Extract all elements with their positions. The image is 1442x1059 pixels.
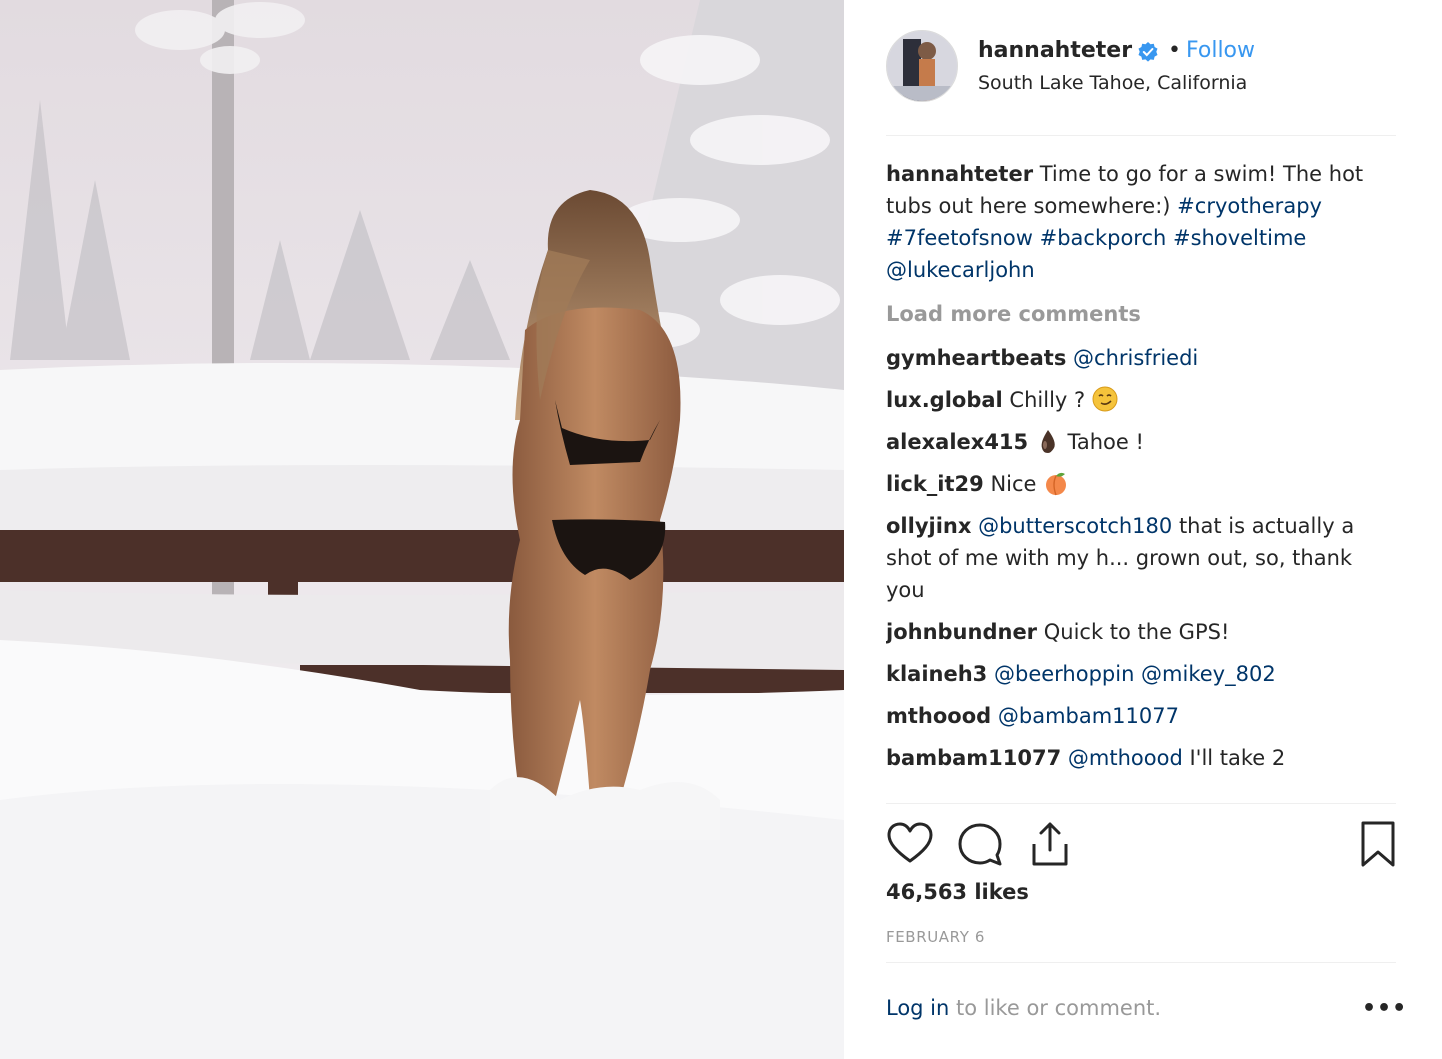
divider — [886, 962, 1396, 963]
comment-username[interactable]: ollyjinx — [886, 514, 971, 538]
list-item: mthoood @bambam11077 — [886, 700, 1396, 732]
comment-text: Tahoe ! — [1067, 430, 1144, 454]
list-item: bambam11077 @mthoood I'll take 2 — [886, 742, 1396, 774]
comments-list[interactable]: hannahteter Time to go for a swim! The h… — [886, 158, 1396, 796]
comment-icon[interactable] — [956, 820, 1004, 868]
action-bar — [886, 820, 1396, 870]
list-item: lux.global Chilly ? — [886, 384, 1396, 416]
post-photo[interactable] — [0, 0, 844, 1059]
comment-username[interactable]: johnbundner — [886, 620, 1037, 644]
comment-username[interactable]: bambam11077 — [886, 746, 1061, 770]
heart-icon[interactable] — [886, 820, 934, 868]
post-location[interactable]: South Lake Tahoe, California — [978, 72, 1247, 94]
comment-mention[interactable]: @beerhoppin @mikey_802 — [994, 662, 1276, 686]
comment-text: I'll take 2 — [1189, 746, 1286, 770]
avatar-image — [887, 31, 957, 101]
list-item: lick_it29 Nice — [886, 468, 1396, 500]
caption-username[interactable]: hannahteter — [886, 162, 1033, 186]
list-item: klaineh3 @beerhoppin @mikey_802 — [886, 658, 1396, 690]
follow-button[interactable]: Follow — [1186, 38, 1255, 63]
load-more-comments-button[interactable]: Load more comments — [886, 298, 1396, 330]
comment-username[interactable]: lick_it29 — [886, 472, 984, 496]
comment-username[interactable]: lux.global — [886, 388, 1003, 412]
avatar[interactable] — [886, 30, 958, 102]
comment-mention[interactable]: @bambam11077 — [998, 704, 1179, 728]
list-item: ollyjinx @butterscotch180 that is actual… — [886, 510, 1396, 606]
verified-badge-icon — [1138, 42, 1158, 62]
post-date[interactable]: FEBRUARY 6 — [886, 928, 985, 946]
comment-mention[interactable]: @mthoood — [1068, 746, 1183, 770]
likes-count[interactable]: 46,563 likes — [886, 880, 1029, 904]
share-icon[interactable] — [1026, 820, 1074, 868]
divider — [886, 803, 1396, 804]
post-sidebar: hannahteter • Follow South Lake Tahoe, C… — [844, 0, 1442, 1059]
water-drop-emoji-icon — [1041, 430, 1055, 453]
divider — [886, 135, 1396, 136]
comment-mention[interactable]: @chrisfriedi — [1073, 346, 1198, 370]
smirk-face-emoji-icon — [1092, 386, 1118, 412]
comment-text: Nice — [990, 472, 1037, 496]
list-item: johnbundner Quick to the GPS! — [886, 616, 1396, 648]
caption: hannahteter Time to go for a swim! The h… — [886, 158, 1396, 286]
snow-scene-image — [0, 0, 844, 1059]
login-prompt: Log in to like or comment. — [886, 996, 1161, 1020]
bookmark-icon[interactable] — [1354, 820, 1402, 868]
more-options-button[interactable]: ••• — [1362, 996, 1407, 1021]
post-author-username[interactable]: hannahteter — [978, 38, 1132, 63]
comment-username[interactable]: alexalex415 — [886, 430, 1028, 454]
comment-text: Chilly ? — [1009, 388, 1086, 412]
comment-mention[interactable]: @butterscotch180 — [978, 514, 1172, 538]
post-header: hannahteter • Follow South Lake Tahoe, C… — [886, 30, 1396, 130]
comment-username[interactable]: mthoood — [886, 704, 991, 728]
login-link[interactable]: Log in — [886, 996, 949, 1020]
list-item: alexalex415 Tahoe ! — [886, 426, 1396, 458]
list-item: gymheartbeats @chrisfriedi — [886, 342, 1396, 374]
comment-text: Quick to the GPS! — [1043, 620, 1230, 644]
separator-dot: • — [1168, 38, 1181, 63]
peach-emoji-icon — [1046, 472, 1067, 496]
login-prompt-text: to like or comment. — [949, 996, 1162, 1020]
comment-username[interactable]: gymheartbeats — [886, 346, 1066, 370]
comment-username[interactable]: klaineh3 — [886, 662, 987, 686]
